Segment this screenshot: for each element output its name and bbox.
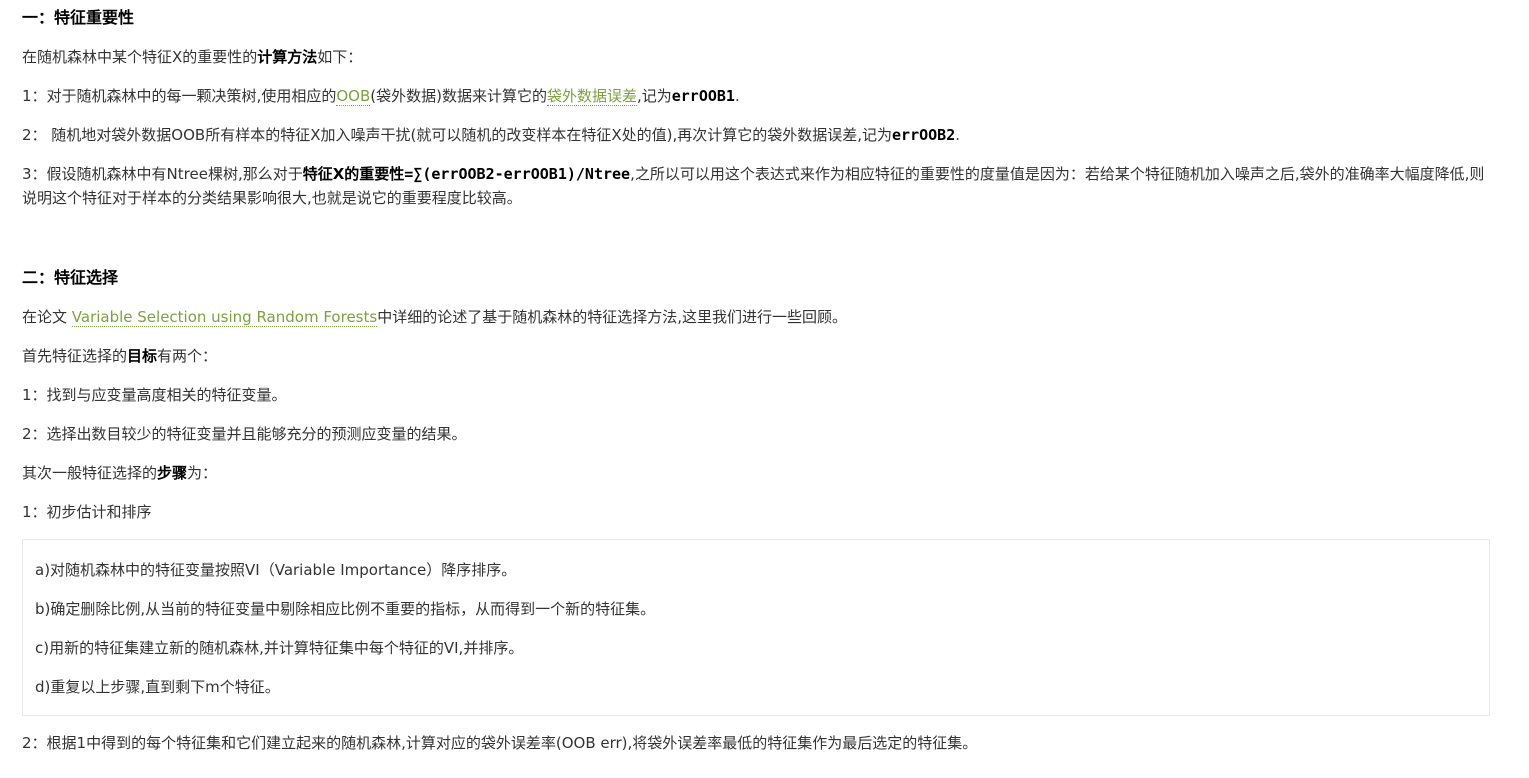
substep-a: a)对随机森林中的特征变量按照VI（Variable Importance）降序…: [35, 561, 517, 579]
paragraph-selection-step-2: 2：根据1中得到的每个特征集和它们建立起来的随机森林,计算对应的袋外误差率(OO…: [22, 734, 978, 752]
text: 为：: [187, 464, 218, 482]
paragraph-selection-step-1: 1：初步估计和排序: [22, 503, 152, 521]
paragraph-step-2: 2： 随机地对袋外数据OOB所有样本的特征X加入噪声干扰(就可以随机的改变样本在…: [22, 123, 1492, 147]
paragraph-goal-1: 1：找到与应变量高度相关的特征变量。: [22, 386, 287, 404]
text: 3：假设随机森林中有Ntree棵树,那么对于: [22, 165, 303, 183]
paper-link[interactable]: Variable Selection using Random Forests: [71, 308, 378, 327]
section-heading-feature-selection: 二：特征选择: [22, 268, 119, 287]
formula-importance: =∑(errOOB2-errOOB1)/Ntree: [404, 165, 631, 183]
paragraph-intro: 在随机森林中某个特征X的重要性的计算方法如下：: [22, 45, 1492, 69]
oob-error-link[interactable]: 袋外数据误差: [546, 87, 637, 106]
text: .: [955, 126, 961, 144]
paragraph-steps-intro: 其次一般特征选择的步骤为：: [22, 461, 1492, 485]
substep-c: c)用新的特征集建立新的随机森林,并计算特征集中每个特征的VI,并排序。: [35, 639, 524, 657]
text: 1：对于随机森林中的每一颗决策树,使用相应的: [22, 87, 337, 105]
text: (袋外数据)数据来计算它的: [370, 87, 547, 105]
text: 其次一般特征选择的: [22, 464, 158, 482]
text: .: [734, 87, 740, 105]
formula-erroob2: errOOB2: [892, 126, 956, 144]
paragraph-goal-2: 2：选择出数目较少的特征变量并且能够充分的预测应变量的结果。: [22, 425, 467, 443]
oob-link[interactable]: OOB: [336, 87, 371, 106]
text: 2： 随机地对袋外数据OOB所有样本的特征X加入噪声干扰(就可以随机的改变样本在…: [22, 126, 893, 144]
article-content: 一：特征重要性 在随机森林中某个特征X的重要性的计算方法如下： 1：对于随机森林…: [22, 6, 1492, 770]
bold-text: 特征X的重要性: [302, 165, 405, 183]
text: 在随机森林中某个特征X的重要性的: [22, 48, 258, 66]
substep-d: d)重复以上步骤,直到剩下m个特征。: [35, 678, 280, 696]
bold-text: 计算方法: [257, 48, 318, 66]
text: 在论文: [22, 308, 72, 326]
text: 如下：: [317, 48, 363, 66]
bold-text: 目标: [127, 347, 158, 365]
text: ,记为: [636, 87, 672, 105]
paragraph-paper: 在论文 Variable Selection using Random Fore…: [22, 305, 1492, 329]
paragraph-step-1: 1：对于随机森林中的每一颗决策树,使用相应的OOB(袋外数据)数据来计算它的袋外…: [22, 84, 1492, 108]
formula-erroob1: errOOB1: [671, 87, 735, 105]
substep-b: b)确定删除比例,从当前的特征变量中剔除相应比例不重要的指标，从而得到一个新的特…: [35, 600, 656, 618]
text: 有两个：: [157, 347, 218, 365]
paragraph-goals-intro: 首先特征选择的目标有两个：: [22, 344, 1492, 368]
substeps-blockquote: a)对随机森林中的特征变量按照VI（Variable Importance）降序…: [22, 539, 1490, 716]
section-heading-feature-importance: 一：特征重要性: [22, 8, 135, 27]
paragraph-step-3: 3：假设随机森林中有Ntree棵树,那么对于特征X的重要性=∑(errOOB2-…: [22, 162, 1492, 210]
bold-text: 步骤: [157, 464, 188, 482]
text: 中详细的论述了基于随机森林的特征选择方法,这里我们进行一些回顾。: [377, 308, 847, 326]
text: 首先特征选择的: [22, 347, 128, 365]
